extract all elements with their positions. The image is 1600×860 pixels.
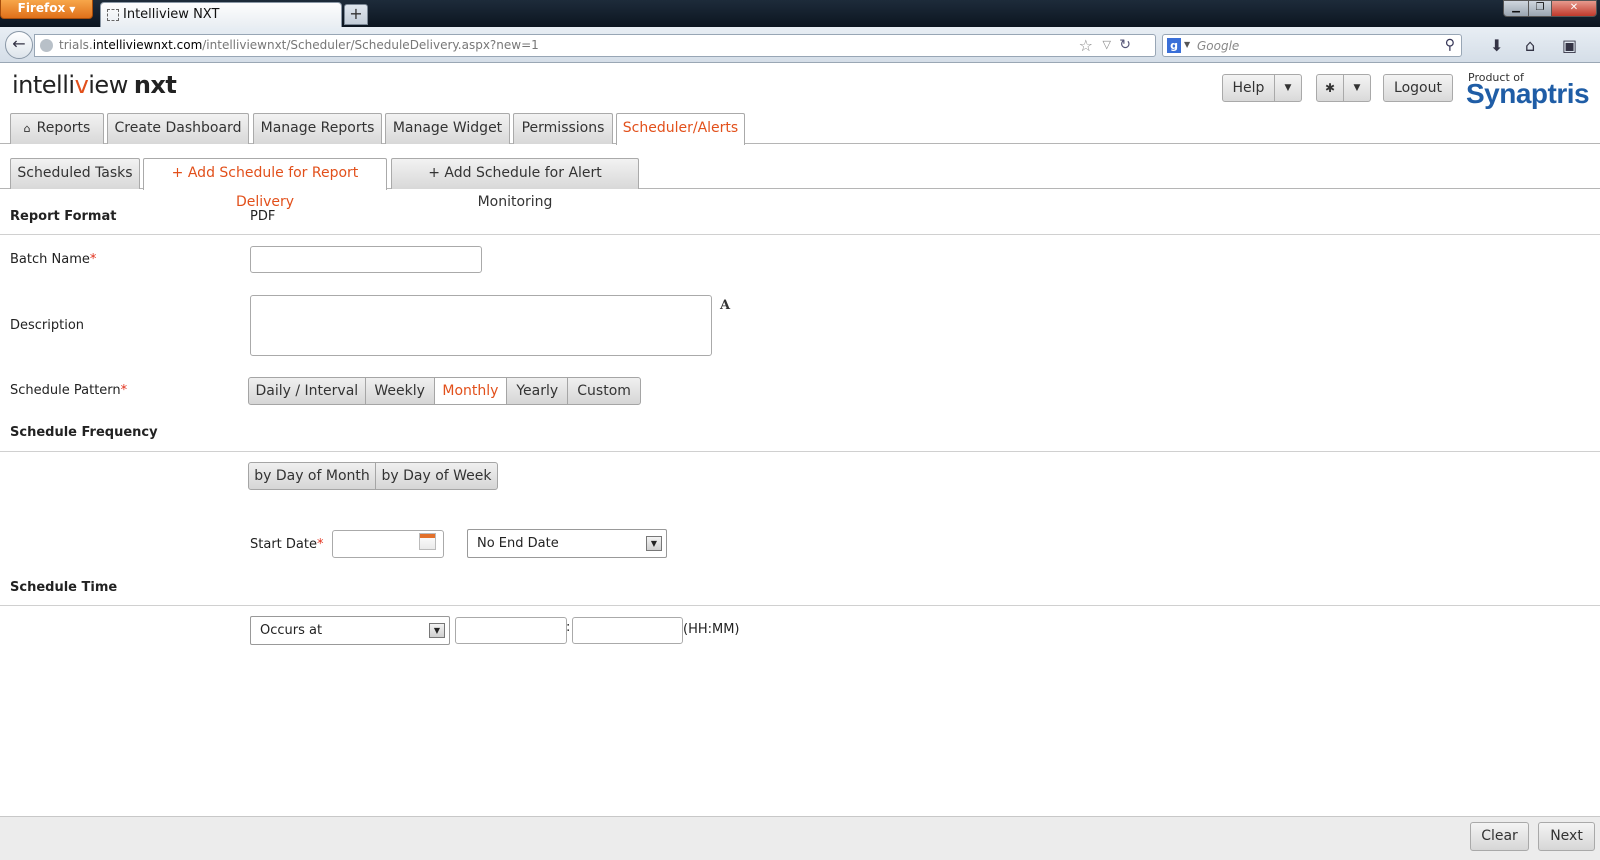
home-icon: ⌂ <box>23 122 31 135</box>
schedule-frequency-heading: Schedule Frequency <box>10 425 158 440</box>
tab-scheduler-alerts[interactable]: Scheduler/Alerts <box>616 113 745 145</box>
schedule-time-heading: Schedule Time <box>10 580 118 595</box>
star-icon[interactable]: ☆ <box>1079 36 1093 55</box>
firefox-menu-button[interactable]: Firefox ▼ <box>0 0 93 19</box>
form-footer <box>0 816 1600 860</box>
minute-input[interactable] <box>572 617 683 644</box>
help-button[interactable]: Help <box>1222 74 1275 102</box>
time-separator: : <box>566 620 571 635</box>
new-tab-button[interactable]: + <box>344 4 368 25</box>
chevron-down-icon: ▼ <box>1284 83 1292 93</box>
pattern-weekly-button[interactable]: Weekly <box>366 378 435 404</box>
close-window-button[interactable]: ✕ <box>1551 0 1597 17</box>
settings-button[interactable]: ✱ <box>1316 74 1344 102</box>
url-text: trials.intelliviewnxt.com/intelliviewnxt… <box>59 38 539 52</box>
report-format-value: PDF <box>250 209 276 224</box>
by-day-of-week-button[interactable]: by Day of Week <box>376 463 497 489</box>
browser-tab[interactable]: Intelliview NXT <box>100 2 342 27</box>
description-textarea[interactable] <box>250 295 712 356</box>
end-date-select[interactable]: No End Date ▼ <box>467 529 667 558</box>
globe-icon <box>40 39 53 52</box>
help-dropdown-button[interactable]: ▼ <box>1274 74 1302 102</box>
browser-navbar: ← trials.intelliviewnxt.com/intelliviewn… <box>0 27 1600 63</box>
clear-button[interactable]: Clear <box>1470 822 1529 851</box>
browser-tab-title: Intelliview NXT <box>123 7 220 22</box>
chevron-down-icon[interactable]: ▼ <box>429 623 445 638</box>
synaptris-logo: Synaptris <box>1466 78 1590 109</box>
calendar-icon[interactable] <box>419 533 436 550</box>
description-label: Description <box>10 318 85 333</box>
settings-dropdown-button[interactable]: ▼ <box>1343 74 1371 102</box>
chevron-down-icon[interactable]: ▼ <box>1184 40 1190 49</box>
time-format-hint: (HH:MM) <box>683 622 740 637</box>
schedule-pattern-label: Schedule Pattern* <box>10 383 128 398</box>
tab-scheduled-tasks[interactable]: Scheduled Tasks <box>10 158 140 189</box>
tab-permissions[interactable]: Permissions <box>513 113 613 144</box>
tab-add-alert-monitoring[interactable]: + Add Schedule for Alert Monitoring <box>391 158 639 210</box>
next-button[interactable]: Next <box>1538 822 1595 851</box>
schedule-pattern-selector: Daily / Interval Weekly Monthly Yearly C… <box>248 377 641 405</box>
divider <box>0 234 1600 235</box>
pattern-monthly-button[interactable]: Monthly <box>434 378 508 404</box>
firefox-label: Firefox <box>17 1 66 15</box>
search-engine-icon[interactable]: g <box>1167 38 1181 53</box>
text-format-icon[interactable]: A <box>720 298 730 313</box>
divider <box>0 451 1600 452</box>
by-day-of-month-button[interactable]: by Day of Month <box>249 463 376 489</box>
batch-name-input[interactable] <box>250 246 482 273</box>
tab-manage-reports[interactable]: Manage Reports <box>253 113 382 144</box>
end-date-selected-value: No End Date <box>477 536 559 551</box>
chevron-down-icon: ▼ <box>1353 83 1361 93</box>
bookmarks-icon[interactable]: ▣ <box>1562 36 1577 55</box>
chevron-down-icon[interactable]: ▼ <box>646 536 662 551</box>
url-dropdown-icon[interactable]: ▽ <box>1103 38 1111 51</box>
pattern-yearly-button[interactable]: Yearly <box>507 378 569 404</box>
browser-titlebar: Firefox ▼ Intelliview NXT + ▁ ❐ ✕ <box>0 0 1600 27</box>
address-bar[interactable]: trials.intelliviewnxt.com/intelliviewnxt… <box>34 34 1156 57</box>
hour-input[interactable] <box>455 617 567 644</box>
intelliview-logo: intelliview nxt <box>12 71 177 99</box>
pattern-custom-button[interactable]: Custom <box>568 378 640 404</box>
frequency-mode-selector: by Day of Month by Day of Week <box>248 462 498 490</box>
minimize-window-button[interactable]: ▁ <box>1503 0 1529 17</box>
maximize-window-button[interactable]: ❐ <box>1528 0 1552 17</box>
divider <box>0 605 1600 606</box>
pattern-daily-button[interactable]: Daily / Interval <box>249 378 366 404</box>
gear-icon: ✱ <box>1324 81 1336 95</box>
download-icon[interactable]: ⬇ <box>1490 36 1503 55</box>
back-button[interactable]: ← <box>5 31 33 59</box>
occurs-select[interactable]: Occurs at ▼ <box>250 616 450 645</box>
tab-manage-widget[interactable]: Manage Widget <box>385 113 510 144</box>
back-arrow-icon: ← <box>12 34 26 53</box>
start-date-label: Start Date* <box>250 537 324 552</box>
occurs-selected-value: Occurs at <box>260 623 323 638</box>
batch-name-label: Batch Name* <box>10 252 97 267</box>
report-format-label: Report Format <box>10 209 117 224</box>
tab-reports[interactable]: ⌂ Reports <box>10 113 104 144</box>
search-placeholder: Google <box>1197 39 1240 53</box>
logout-button[interactable]: Logout <box>1383 74 1453 102</box>
search-bar[interactable]: g ▼ Google ⚲ <box>1162 34 1462 57</box>
search-icon[interactable]: ⚲ <box>1445 37 1455 53</box>
chevron-down-icon: ▼ <box>69 5 76 14</box>
page-favicon-icon <box>107 9 119 21</box>
reload-icon[interactable]: ↻ <box>1119 37 1131 53</box>
tab-create-dashboard[interactable]: Create Dashboard <box>107 113 249 144</box>
home-icon[interactable]: ⌂ <box>1525 36 1535 55</box>
tab-add-report-delivery[interactable]: + Add Schedule for Report Delivery <box>143 158 387 210</box>
